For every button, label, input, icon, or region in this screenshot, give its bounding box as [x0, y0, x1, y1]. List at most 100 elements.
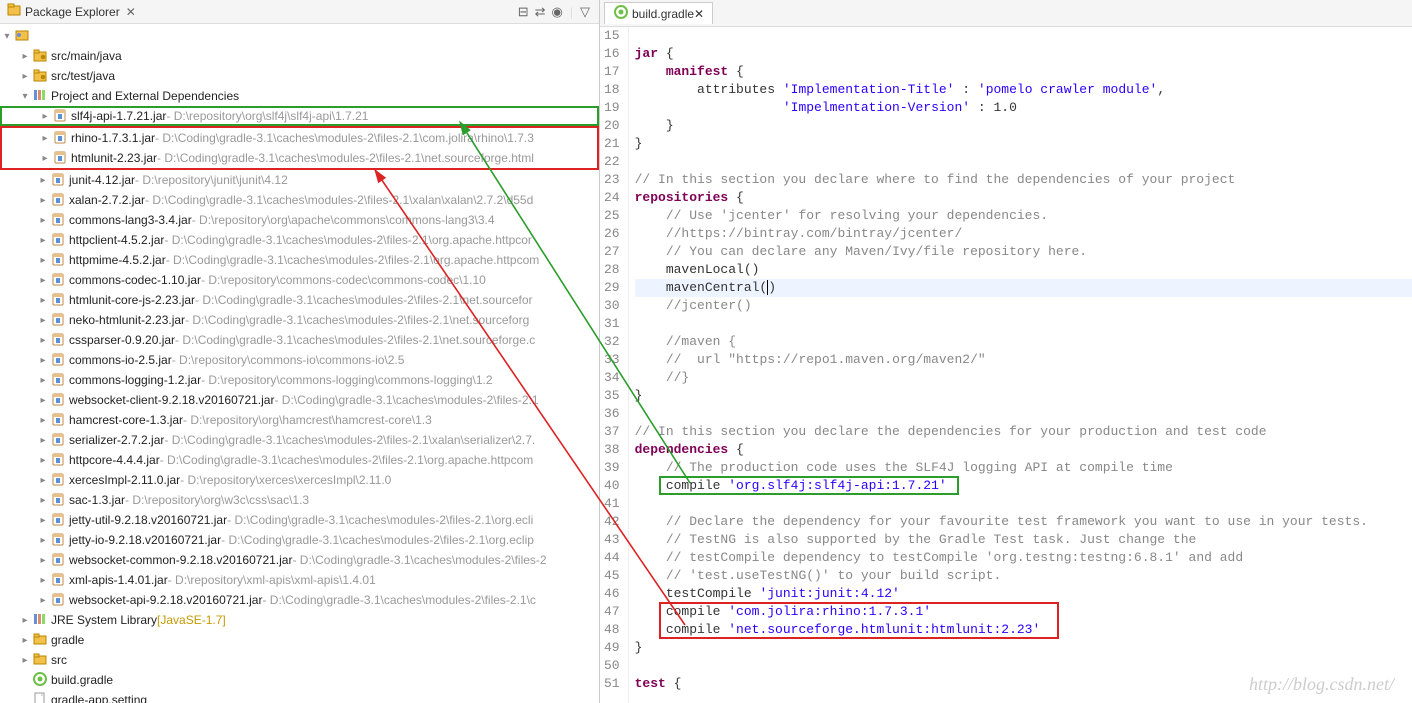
tree-item[interactable]: ▸jetty-io-9.2.18.v20160721.jar - D:\Codi… — [0, 530, 599, 550]
tree-item[interactable]: ▸htmlunit-2.23.jar - D:\Coding\gradle-3.… — [2, 148, 597, 168]
tree-item[interactable]: ▸htmlunit-core-js-2.23.jar - D:\Coding\g… — [0, 290, 599, 310]
twisty-icon[interactable]: ▸ — [36, 215, 50, 226]
code-line[interactable]: // In this section you declare where to … — [635, 171, 1412, 189]
tree-item[interactable]: ▸commons-io-2.5.jar - D:\repository\comm… — [0, 350, 599, 370]
twisty-icon[interactable]: ▸ — [18, 51, 32, 62]
code-line[interactable] — [635, 657, 1412, 675]
code-line[interactable]: // 'test.useTestNG()' to your build scri… — [635, 567, 1412, 585]
code-line[interactable]: // url "https://repo1.maven.org/maven2/" — [635, 351, 1412, 369]
twisty-icon[interactable]: ▸ — [38, 133, 52, 144]
tree-item[interactable]: ▸httpclient-4.5.2.jar - D:\Coding\gradle… — [0, 230, 599, 250]
code-line[interactable]: // In this section you declare the depen… — [635, 423, 1412, 441]
tree-item[interactable]: ▸gradle — [0, 630, 599, 650]
code-line[interactable]: 'Impelmentation-Version' : 1.0 — [635, 99, 1412, 117]
twisty-icon[interactable]: ▸ — [36, 555, 50, 566]
tree-item[interactable]: ▸hamcrest-core-1.3.jar - D:\repository\o… — [0, 410, 599, 430]
twisty-icon[interactable]: ▸ — [36, 315, 50, 326]
code-line[interactable]: repositories { — [635, 189, 1412, 207]
tree-item[interactable]: ▸junit-4.12.jar - D:\repository\junit\ju… — [0, 170, 599, 190]
twisty-icon[interactable]: ▸ — [36, 175, 50, 186]
tree-item[interactable]: ▸commons-lang3-3.4.jar - D:\repository\o… — [0, 210, 599, 230]
twisty-icon[interactable]: ▸ — [36, 575, 50, 586]
code-line[interactable] — [635, 153, 1412, 171]
tree-item[interactable]: ▸slf4j-api-1.7.21.jar - D:\repository\or… — [0, 106, 599, 126]
code-line[interactable]: jar { — [635, 45, 1412, 63]
twisty-icon[interactable]: ▸ — [36, 355, 50, 366]
tree-item[interactable]: ▸serializer-2.7.2.jar - D:\Coding\gradle… — [0, 430, 599, 450]
collapse-all-icon[interactable]: ⊟ — [518, 4, 529, 20]
twisty-icon[interactable]: ▸ — [36, 255, 50, 266]
twisty-icon[interactable]: ▸ — [36, 235, 50, 246]
code-line[interactable]: // Declare the dependency for your favou… — [635, 513, 1412, 531]
tree-item[interactable]: ▸websocket-client-9.2.18.v20160721.jar -… — [0, 390, 599, 410]
code-line[interactable]: //maven { — [635, 333, 1412, 351]
editor-tab-build-gradle[interactable]: build.gradle ✕ — [604, 2, 713, 24]
code-area[interactable]: jar { manifest { attributes 'Implementat… — [629, 27, 1412, 703]
code-line[interactable]: } — [635, 135, 1412, 153]
close-tab-icon[interactable]: ✕ — [694, 7, 704, 21]
twisty-icon[interactable]: ▸ — [36, 295, 50, 306]
twisty-icon[interactable]: ▸ — [18, 71, 32, 82]
twisty-icon[interactable]: ▸ — [36, 455, 50, 466]
code-line[interactable]: manifest { — [635, 63, 1412, 81]
twisty-icon[interactable]: ▸ — [36, 535, 50, 546]
code-line[interactable]: } — [635, 387, 1412, 405]
tree-item[interactable]: ▸src/test/java — [0, 66, 599, 86]
tree-item[interactable]: gradle-app.setting — [0, 690, 599, 703]
tree-item[interactable]: ▸src — [0, 650, 599, 670]
code-line[interactable]: // TestNG is also supported by the Gradl… — [635, 531, 1412, 549]
code-line[interactable]: } — [635, 639, 1412, 657]
code-line[interactable]: //https://bintray.com/bintray/jcenter/ — [635, 225, 1412, 243]
tree-item[interactable]: ▸xml-apis-1.4.01.jar - D:\repository\xml… — [0, 570, 599, 590]
twisty-icon[interactable]: ▸ — [36, 335, 50, 346]
close-icon[interactable]: ✕ — [126, 5, 136, 19]
tree-item[interactable]: ▸cssparser-0.9.20.jar - D:\Coding\gradle… — [0, 330, 599, 350]
tree-item[interactable]: ▾ — [0, 26, 599, 46]
tree-item[interactable]: ▸src/main/java — [0, 46, 599, 66]
twisty-icon[interactable]: ▸ — [36, 595, 50, 606]
code-line[interactable]: //} — [635, 369, 1412, 387]
tree-item[interactable]: ▸commons-codec-1.10.jar - D:\repository\… — [0, 270, 599, 290]
tree-item[interactable]: ▸httpcore-4.4.4.jar - D:\Coding\gradle-3… — [0, 450, 599, 470]
twisty-icon[interactable]: ▸ — [36, 435, 50, 446]
twisty-icon[interactable]: ▸ — [36, 475, 50, 486]
twisty-icon[interactable]: ▸ — [36, 495, 50, 506]
code-line[interactable]: testCompile 'junit:junit:4.12' — [635, 585, 1412, 603]
code-editor[interactable]: 1516171819202122232425262728293031323334… — [600, 27, 1412, 703]
twisty-icon[interactable]: ▸ — [38, 153, 52, 164]
code-line[interactable]: // The production code uses the SLF4J lo… — [635, 459, 1412, 477]
tree-item[interactable]: ▸httpmime-4.5.2.jar - D:\Coding\gradle-3… — [0, 250, 599, 270]
tree-item[interactable]: ▸neko-htmlunit-2.23.jar - D:\Coding\grad… — [0, 310, 599, 330]
link-editor-icon[interactable]: ⇄ — [535, 4, 546, 20]
tree-item[interactable]: ▸rhino-1.7.3.1.jar - D:\Coding\gradle-3.… — [2, 128, 597, 148]
code-line[interactable]: // Use 'jcenter' for resolving your depe… — [635, 207, 1412, 225]
twisty-icon[interactable]: ▸ — [18, 615, 32, 626]
twisty-icon[interactable]: ▾ — [18, 91, 32, 102]
project-tree[interactable]: ▾ ▸src/main/java▸src/test/java▾Project an… — [0, 24, 599, 703]
code-line[interactable] — [635, 315, 1412, 333]
code-line[interactable]: // You can declare any Maven/Ivy/file re… — [635, 243, 1412, 261]
tree-item[interactable]: ▸sac-1.3.jar - D:\repository\org\w3c\css… — [0, 490, 599, 510]
code-line[interactable]: // testCompile dependency to testCompile… — [635, 549, 1412, 567]
twisty-icon[interactable]: ▸ — [36, 415, 50, 426]
tree-item[interactable]: ▸jetty-util-9.2.18.v20160721.jar - D:\Co… — [0, 510, 599, 530]
code-line[interactable]: } — [635, 117, 1412, 135]
tree-item[interactable]: ▾Project and External Dependencies — [0, 86, 599, 106]
code-line[interactable]: //jcenter() — [635, 297, 1412, 315]
tree-item[interactable]: ▸websocket-common-9.2.18.v20160721.jar -… — [0, 550, 599, 570]
tree-item[interactable]: ▸websocket-api-9.2.18.v20160721.jar - D:… — [0, 590, 599, 610]
tree-item[interactable]: ▸xercesImpl-2.11.0.jar - D:\repository\x… — [0, 470, 599, 490]
twisty-icon[interactable]: ▸ — [36, 395, 50, 406]
tree-item[interactable]: build.gradle — [0, 670, 599, 690]
code-line[interactable] — [635, 405, 1412, 423]
focus-task-icon[interactable]: ◉ — [552, 4, 563, 20]
tree-item[interactable]: ▸JRE System Library [JavaSE-1.7] — [0, 610, 599, 630]
twisty-icon[interactable]: ▸ — [36, 375, 50, 386]
twisty-icon[interactable]: ▸ — [36, 195, 50, 206]
code-line[interactable]: dependencies { — [635, 441, 1412, 459]
code-line[interactable]: attributes 'Implementation-Title' : 'pom… — [635, 81, 1412, 99]
view-menu-icon[interactable]: ▽ — [580, 4, 590, 20]
twisty-icon[interactable]: ▸ — [18, 655, 32, 666]
tree-item[interactable]: ▸xalan-2.7.2.jar - D:\Coding\gradle-3.1\… — [0, 190, 599, 210]
twisty-icon[interactable]: ▾ — [0, 31, 14, 42]
